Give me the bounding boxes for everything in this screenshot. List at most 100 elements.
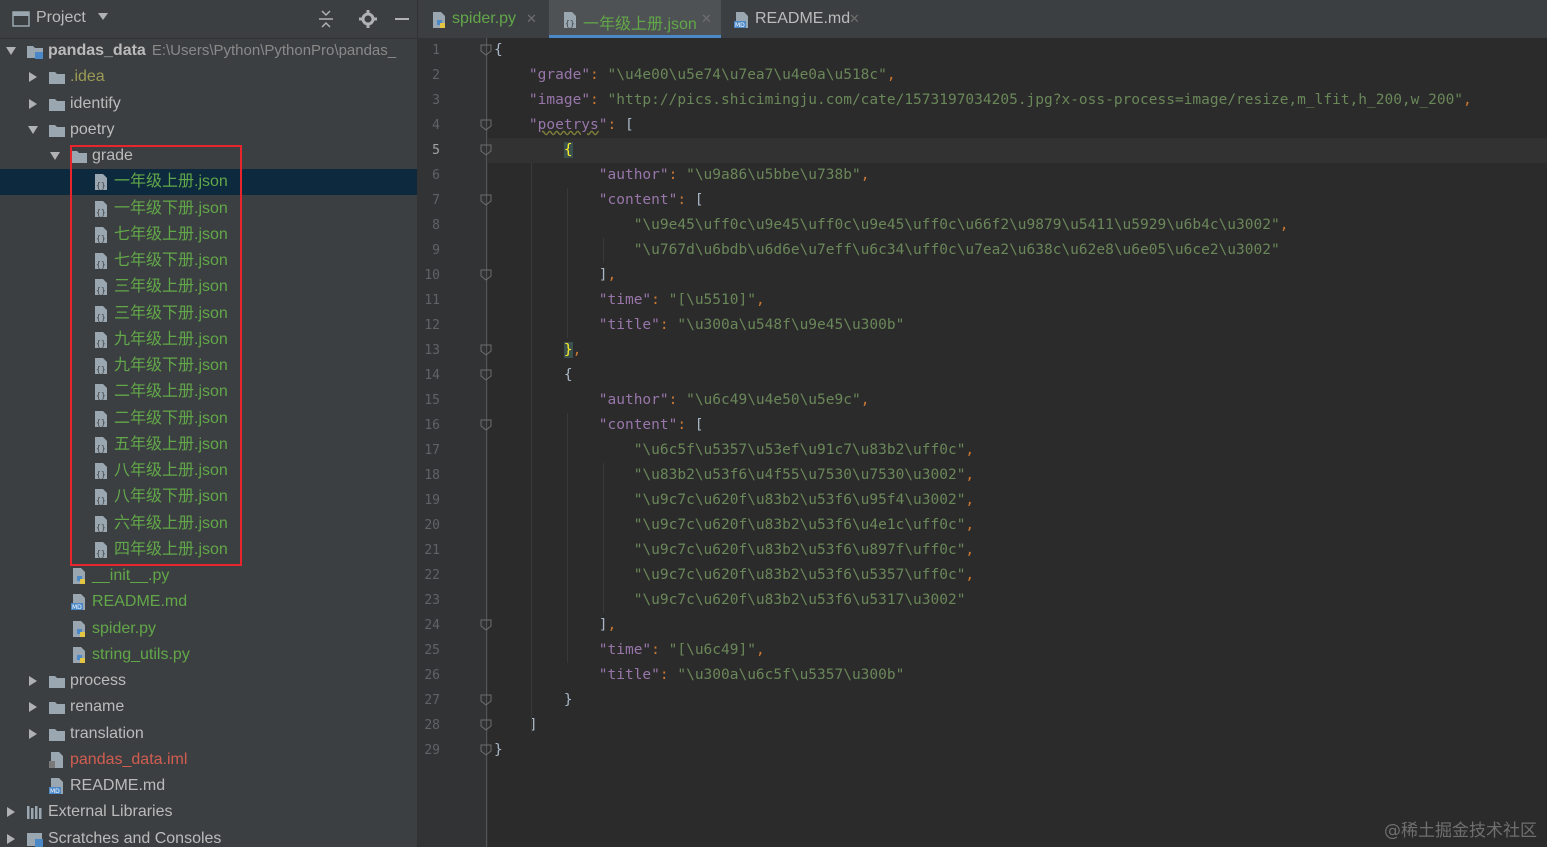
close-icon[interactable]: ✕ xyxy=(701,11,712,27)
fold-marker-icon[interactable] xyxy=(480,419,492,431)
tree-item-label: 三年级下册.json xyxy=(114,304,228,322)
chevron-right-icon[interactable] xyxy=(6,833,16,844)
editor-tab[interactable]: MD README.md ✕ xyxy=(721,0,869,38)
fold-marker-icon[interactable] xyxy=(480,744,492,756)
tree-item[interactable]: External Libraries xyxy=(0,799,417,825)
fold-marker-icon[interactable] xyxy=(480,619,492,631)
tree-item[interactable]: __init__.py xyxy=(0,563,417,589)
tree-item[interactable]: grade xyxy=(0,143,417,169)
tree-item[interactable]: {} 四年级上册.json xyxy=(0,537,417,563)
svg-text:{}: {} xyxy=(96,391,106,400)
tree-item[interactable]: pandas_data.iml xyxy=(0,747,417,773)
code-line: ], xyxy=(494,617,617,633)
minimize-icon[interactable] xyxy=(392,9,412,29)
tree-item-icon-wrap: {} xyxy=(92,383,110,401)
fold-marker-icon[interactable] xyxy=(480,269,492,281)
tree-item[interactable]: {} 九年级下册.json xyxy=(0,353,417,379)
tree-item-label: translation xyxy=(70,724,144,742)
json-icon: {} xyxy=(95,463,107,479)
tree-item[interactable]: {} 八年级上册.json xyxy=(0,458,417,484)
tree-item-text: rename xyxy=(70,696,124,718)
chevron-right-icon[interactable] xyxy=(6,807,16,818)
json-icon: {} xyxy=(95,331,107,348)
chevron-right-icon[interactable] xyxy=(28,702,38,713)
tree-item[interactable]: spider.py xyxy=(0,616,417,642)
close-icon[interactable]: ✕ xyxy=(849,11,860,27)
tab-label: README.md xyxy=(755,10,851,27)
fold-marker-icon[interactable] xyxy=(480,369,492,381)
tree-item[interactable]: {} 二年级上册.json xyxy=(0,379,417,405)
tree-item[interactable]: rename xyxy=(0,694,417,720)
chevron-right-icon[interactable] xyxy=(28,72,38,83)
gear-icon[interactable] xyxy=(358,9,378,29)
tree-item[interactable]: MD README.md xyxy=(0,589,417,615)
tree-item-label: 八年级下册.json xyxy=(114,488,228,506)
project-window-icon[interactable] xyxy=(12,11,30,27)
tree-item[interactable]: .idea xyxy=(0,64,417,90)
fold-marker-icon[interactable] xyxy=(480,144,492,156)
fold-marker-icon[interactable] xyxy=(480,719,492,731)
fold-marker-icon[interactable] xyxy=(480,44,492,56)
json-icon: {} xyxy=(95,541,107,558)
fold-marker-icon[interactable] xyxy=(480,119,492,131)
editor-tab[interactable]: spider.py ✕ xyxy=(418,0,546,38)
project-panel-title[interactable]: Project xyxy=(36,9,86,27)
tree-item[interactable]: {} 九年级上册.json xyxy=(0,327,417,353)
tree-item[interactable]: {} 六年级上册.json xyxy=(0,511,417,537)
tree-item[interactable]: {} 七年级上册.json xyxy=(0,222,417,248)
code-line: "time": "[\u5510]", xyxy=(598,292,765,308)
tree-item-icon-wrap: {} xyxy=(92,278,110,296)
tree-item-icon-wrap: {} xyxy=(92,200,110,218)
code-line: } xyxy=(563,692,573,708)
line-number: 10 xyxy=(424,268,440,283)
svg-text:{}: {} xyxy=(96,181,106,190)
tree-item[interactable]: {} 二年级下册.json xyxy=(0,406,417,432)
fold-marker-icon[interactable] xyxy=(480,194,492,206)
chevron-down-icon[interactable] xyxy=(50,151,60,161)
tree-item-icon-wrap xyxy=(26,42,44,60)
tree-item-icon-wrap: {} xyxy=(92,331,110,349)
chevron-right-icon[interactable] xyxy=(28,676,38,686)
tree-item[interactable]: identify xyxy=(0,91,417,117)
chevron-down-icon[interactable] xyxy=(98,13,108,21)
tree-item[interactable]: Scratches and Consoles xyxy=(0,826,417,847)
tree-item[interactable]: {} 五年级上册.json xyxy=(0,432,417,458)
code-line: { xyxy=(563,142,573,158)
tree-item[interactable]: process xyxy=(0,668,417,694)
code-line: "\u767d\u6bdb\u6d6e\u7eff\u6c34\uff0c\u7… xyxy=(633,242,1280,258)
tree-item-icon-wrap xyxy=(48,68,66,86)
tree-item-text: pandas_data E:\Users\Python\PythonPro\pan… xyxy=(48,40,396,62)
chevron-right-icon[interactable] xyxy=(28,728,38,739)
editor-tab[interactable]: {} 一年级上册.json ✕ xyxy=(549,0,721,38)
tree-item[interactable]: poetry xyxy=(0,117,417,143)
close-icon[interactable]: ✕ xyxy=(526,11,537,27)
chevron-right-icon[interactable] xyxy=(28,98,38,109)
tree-item[interactable]: {} 七年级下册.json xyxy=(0,248,417,274)
tree-item[interactable]: pandas_data E:\Users\Python\PythonPro\pan… xyxy=(0,38,417,64)
collapse-all-icon[interactable] xyxy=(316,9,336,29)
tree-item[interactable]: MD README.md xyxy=(0,773,417,799)
fold-marker-icon[interactable] xyxy=(480,344,492,356)
editor-tab-bar: spider.py ✕{} 一年级上册.json ✕ MD README.md ✕ xyxy=(418,0,1547,39)
tree-item-icon-wrap xyxy=(26,830,44,847)
line-number: 18 xyxy=(424,468,440,483)
chevron-down-icon[interactable] xyxy=(28,125,38,135)
json-icon: {} xyxy=(95,515,107,532)
tree-item[interactable]: {} 三年级下册.json xyxy=(0,301,417,327)
tree-item[interactable]: {} 八年级下册.json xyxy=(0,484,417,510)
code-line: "\u9e45\uff0c\u9e45\uff0c\u9e45\uff0c\u6… xyxy=(633,217,1289,233)
tree-item[interactable]: {} 三年级上册.json xyxy=(0,274,417,300)
tree-item-icon-wrap xyxy=(70,147,88,165)
line-number: 7 xyxy=(432,193,440,208)
python-icon xyxy=(73,620,85,637)
tree-item[interactable]: translation xyxy=(0,721,417,747)
fold-marker-icon[interactable] xyxy=(480,694,492,706)
tree-item-icon-wrap: {} xyxy=(92,357,110,375)
tree-item[interactable]: {} 一年级下册.json xyxy=(0,196,417,222)
tree-item-text: 九年级上册.json xyxy=(114,329,228,351)
json-icon: {} xyxy=(95,305,107,322)
tree-item[interactable]: string_utils.py xyxy=(0,642,417,668)
tree-item[interactable]: {} 一年级上册.json xyxy=(0,169,417,196)
current-line-highlight xyxy=(488,138,1547,163)
chevron-down-icon[interactable] xyxy=(6,46,16,56)
